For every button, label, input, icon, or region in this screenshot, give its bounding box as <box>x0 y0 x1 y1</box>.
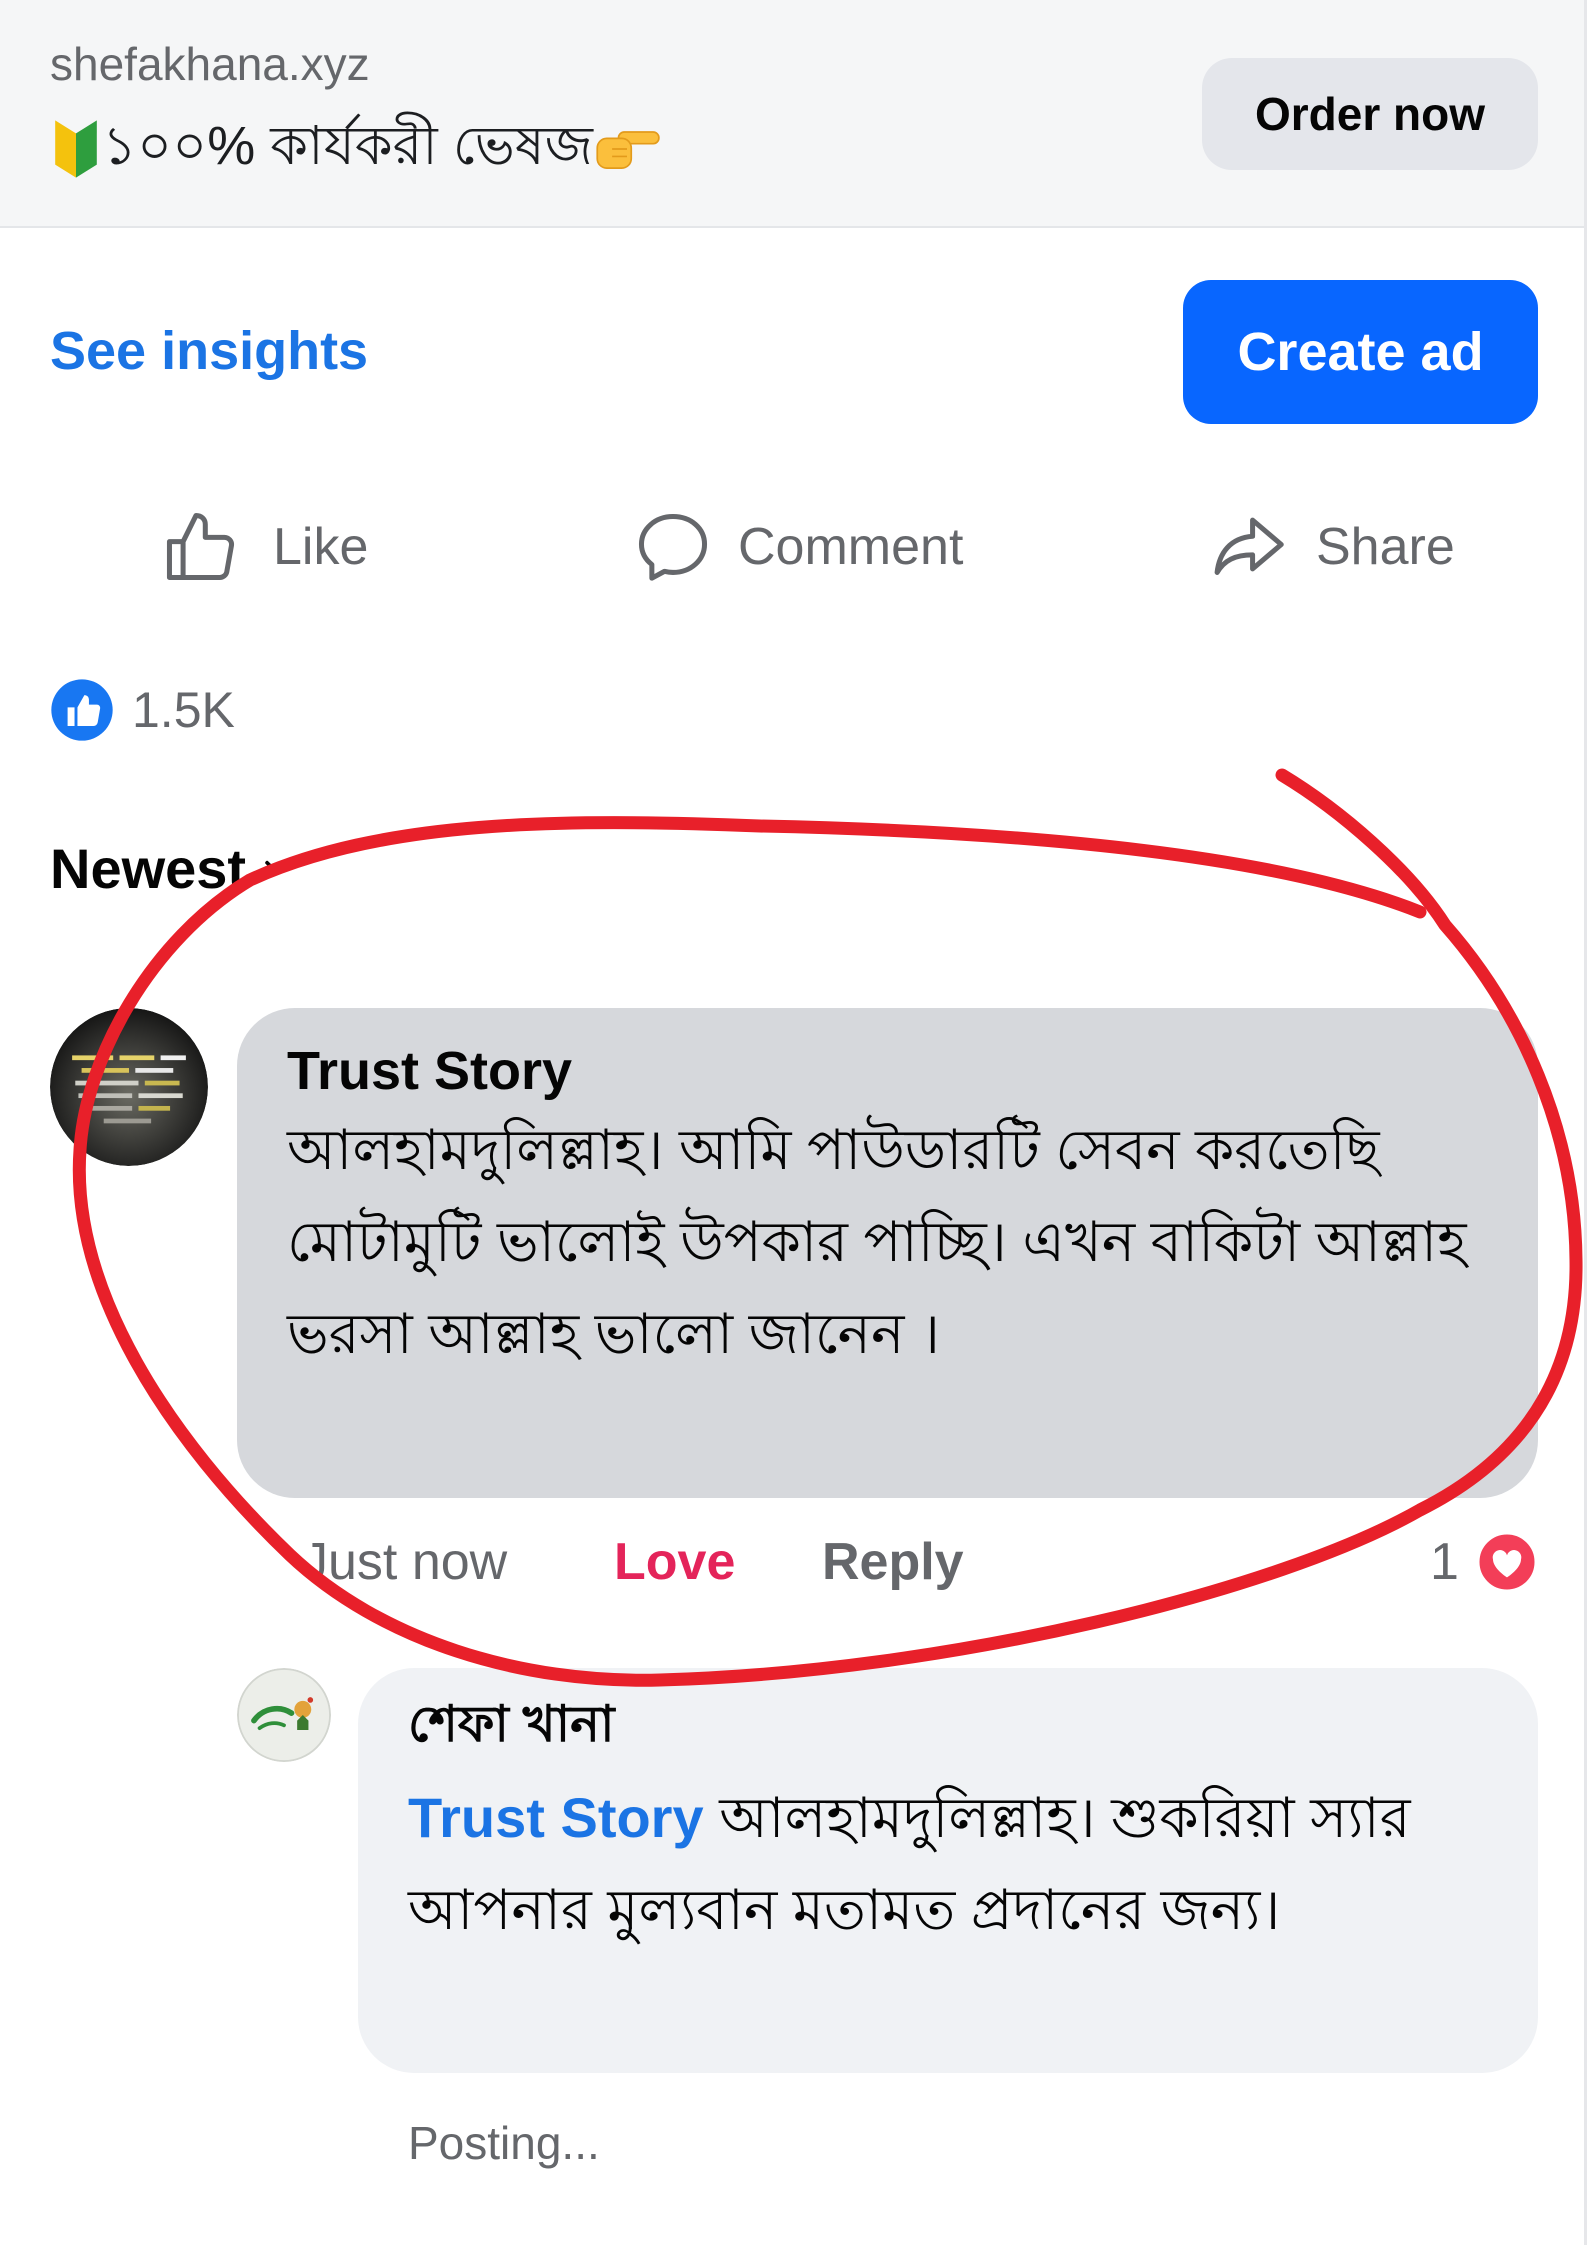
ad-headline[interactable]: ১০০% কার্যকরী ভেষজ <box>50 110 661 188</box>
avatar-trust-story[interactable] <box>50 1008 208 1166</box>
reply-button[interactable]: Reply <box>822 1530 964 1594</box>
comment-label: Comment <box>738 518 964 576</box>
beginner-symbol-icon <box>50 116 102 182</box>
comment-button[interactable]: Comment <box>624 504 984 594</box>
comment-bubble: Trust Story আলহামদুলিল্লাহ। আমি পাউডারটি… <box>237 1008 1538 1498</box>
reply-text-block: Trust Story আলহামদুলিল্লাহ। শুকরিয়া স্য… <box>408 1772 1488 1956</box>
comment-reaction-count[interactable]: 1 <box>1430 1530 1459 1594</box>
comment-bubble-icon <box>630 504 716 590</box>
love-reaction-icon[interactable] <box>1474 1529 1540 1595</box>
reply-bubble: শেফা খানা Trust Story আলহামদুলিল্লাহ। শু… <box>358 1668 1538 2073</box>
reply-author[interactable]: শেফা খানা <box>408 1694 1488 1754</box>
posting-status: Posting... <box>408 2117 600 2169</box>
share-arrow-icon <box>1206 504 1292 590</box>
share-button[interactable]: Share <box>1200 504 1500 594</box>
comment-text: আলহামদুলিল্লাহ। আমি পাউডারটি সেবন করতেছি… <box>287 1118 1467 1365</box>
like-label: Like <box>273 518 369 576</box>
comments-filter-dropdown[interactable]: Newest <box>50 836 294 902</box>
like-reaction-icon[interactable] <box>50 678 114 742</box>
see-insights-link[interactable]: See insights <box>50 318 368 384</box>
ad-domain[interactable]: shefakhana.xyz <box>50 36 370 92</box>
pointing-hand-icon <box>593 121 661 177</box>
comment-timestamp[interactable]: Just now <box>302 1530 507 1594</box>
ad-headline-text: ১০০% কার্যকরী ভেষজ <box>102 116 593 176</box>
chevron-down-icon <box>260 850 294 889</box>
like-button[interactable]: Like <box>150 504 410 594</box>
thumbs-up-outline-icon <box>158 504 244 590</box>
reaction-count[interactable]: 1.5K <box>132 680 235 740</box>
order-now-button[interactable]: Order now <box>1202 58 1538 170</box>
share-label: Share <box>1316 518 1455 576</box>
reply-mention[interactable]: Trust Story <box>408 1786 704 1849</box>
create-ad-button[interactable]: Create ad <box>1183 280 1538 424</box>
love-reaction-button[interactable]: Love <box>614 1530 735 1594</box>
avatar-shefa-khana[interactable] <box>237 1668 331 1762</box>
comments-filter-label: Newest <box>50 837 247 900</box>
comment-author[interactable]: Trust Story <box>287 1038 1488 1104</box>
